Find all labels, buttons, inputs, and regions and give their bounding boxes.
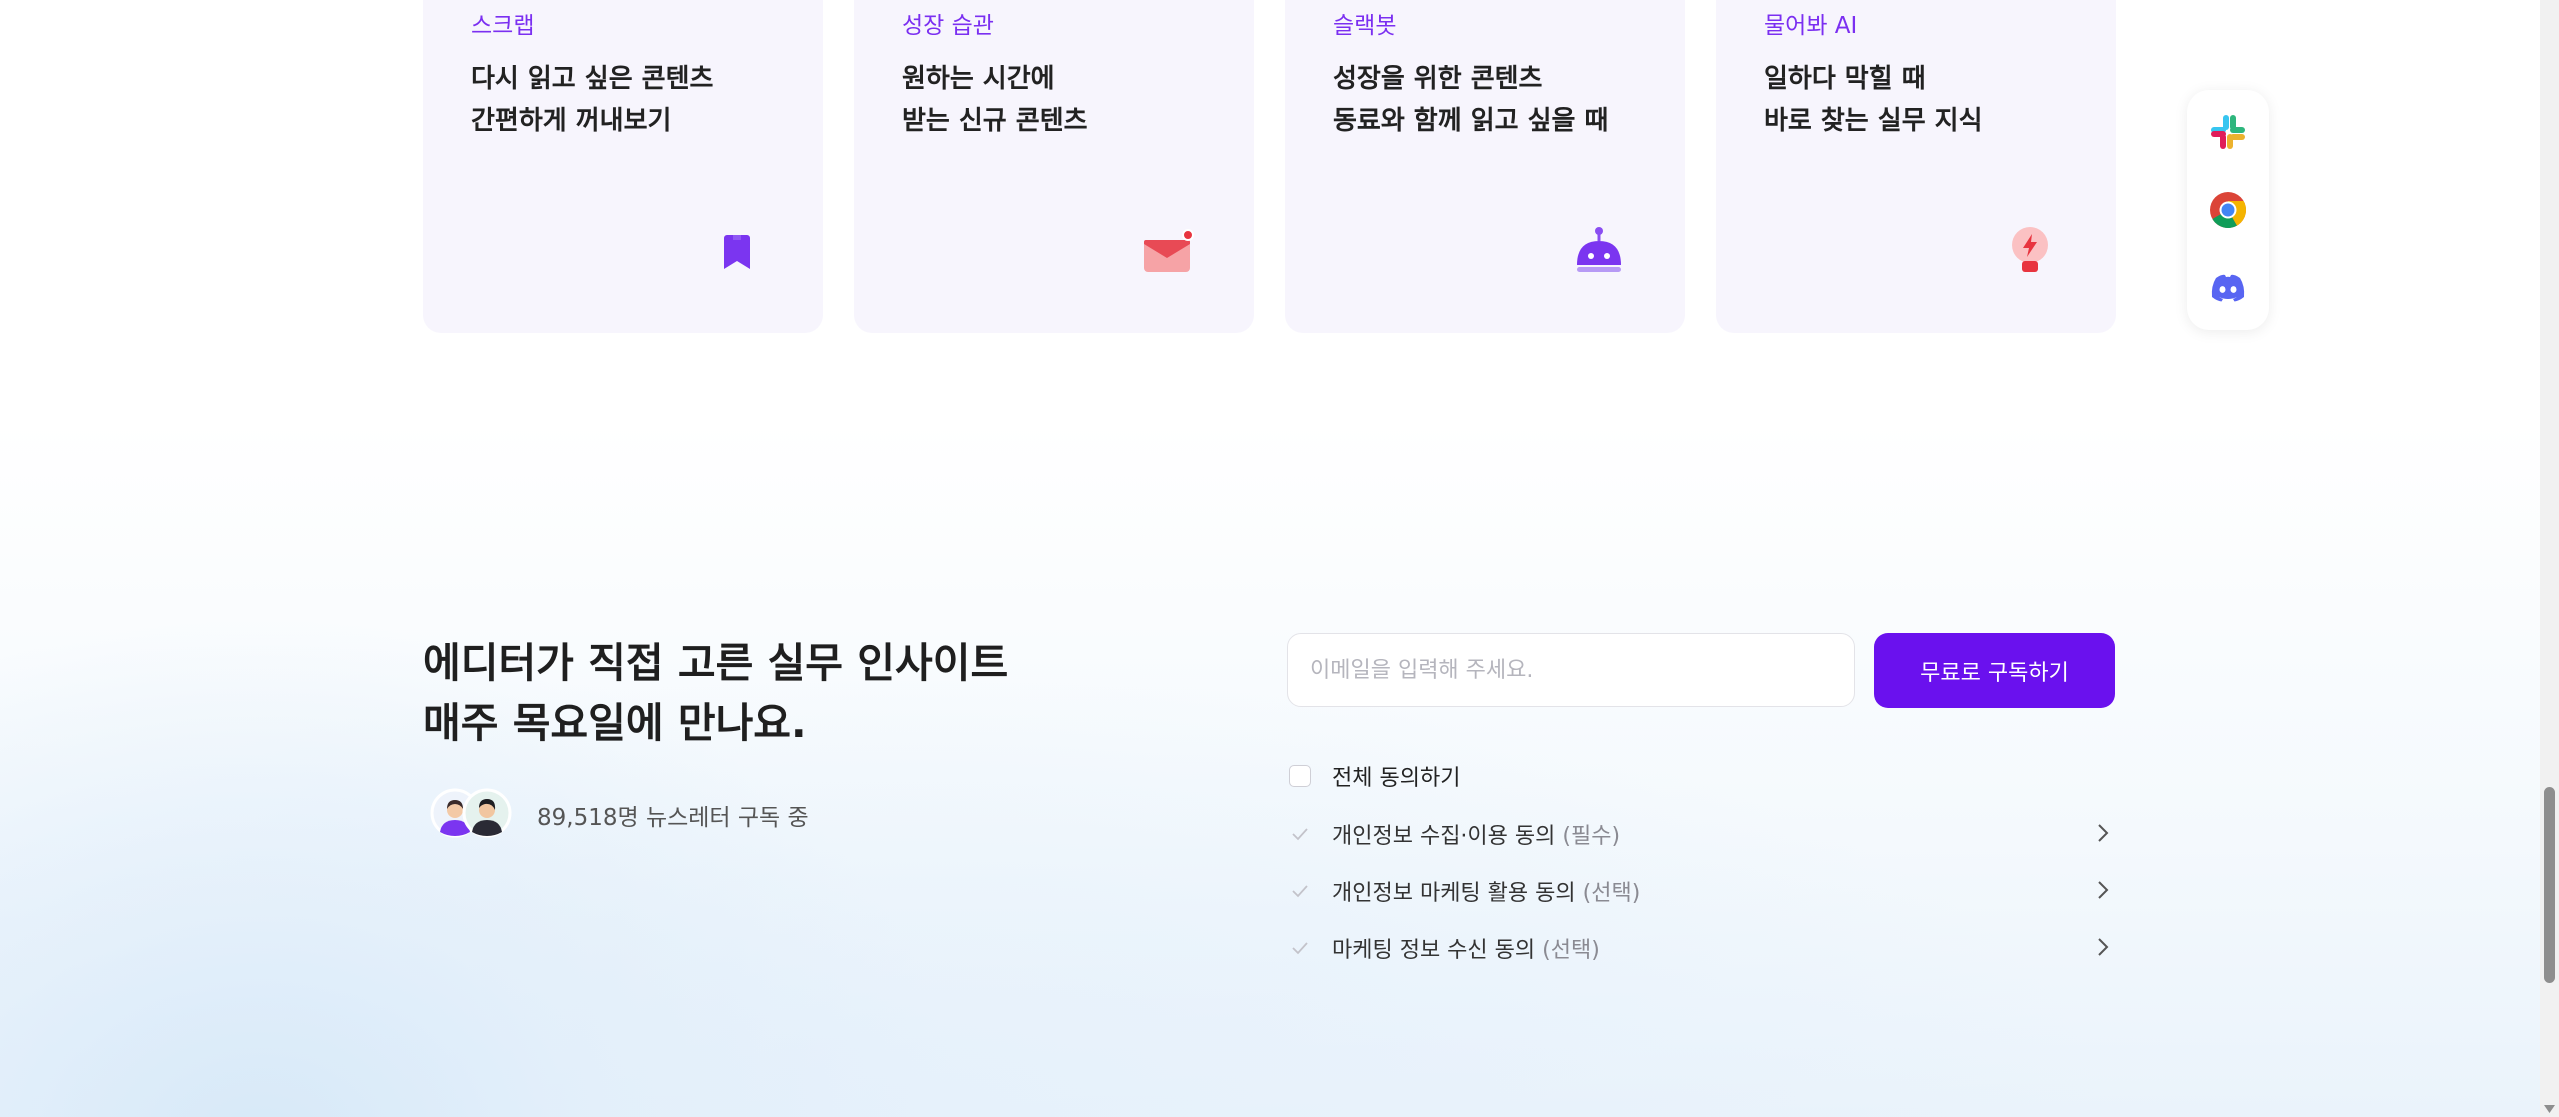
feature-card-slackbot[interactable]: 슬랙봇 성장을 위한 콘텐츠 동료와 함께 읽고 싶을 때 <box>1285 0 1685 333</box>
app-integration-rail <box>2187 90 2269 330</box>
agree-all-checkbox[interactable] <box>1289 765 1311 787</box>
subscribe-button[interactable]: 무료로 구독하기 <box>1874 633 2115 708</box>
subscriber-avatars <box>430 788 512 838</box>
lightbulb-icon <box>2012 227 2048 272</box>
chevron-right-icon[interactable] <box>2091 821 2115 845</box>
feature-card-growth-habit[interactable]: 성장 습관 원하는 시간에 받는 신규 콘텐츠 <box>854 0 1254 333</box>
check-icon[interactable] <box>1289 880 1311 902</box>
consent-marketing-receive[interactable]: 마케팅 정보 수신 동의 (선택) <box>1289 929 2115 965</box>
scroll-down-arrow-icon[interactable] <box>2543 1104 2556 1114</box>
bookmark-icon <box>724 235 750 269</box>
consent-label: 개인정보 수집·이용 동의 (필수) <box>1332 824 1621 849</box>
chrome-icon[interactable] <box>2208 190 2248 230</box>
card-tag: 성장 습관 <box>902 13 994 39</box>
consent-privacy-marketing[interactable]: 개인정보 마케팅 활용 동의 (선택) <box>1289 872 2115 908</box>
card-tag: 스크랩 <box>471 13 535 39</box>
feature-card-scrap[interactable]: 스크랩 다시 읽고 싶은 콘텐츠 간편하게 꺼내보기 <box>423 0 823 333</box>
chevron-right-icon[interactable] <box>2091 935 2115 959</box>
agree-all-row[interactable]: 전체 동의하기 <box>1289 760 1460 792</box>
card-tag: 물어봐 AI <box>1764 13 1858 39</box>
card-title: 일하다 막힐 때 바로 찾는 실무 지식 <box>1764 64 1983 136</box>
page: 스크랩 다시 읽고 싶은 콘텐츠 간편하게 꺼내보기 성장 습관 원하는 시간에… <box>0 0 2559 1117</box>
card-title: 다시 읽고 싶은 콘텐츠 간편하게 꺼내보기 <box>471 64 714 136</box>
card-tag: 슬랙봇 <box>1333 13 1397 39</box>
newsletter-headline: 에디터가 직접 고른 실무 인사이트 매주 목요일에 만나요. <box>423 639 1009 747</box>
feature-cards: 스크랩 다시 읽고 싶은 콘텐츠 간편하게 꺼내보기 성장 습관 원하는 시간에… <box>423 0 2116 333</box>
consent-privacy-collection[interactable]: 개인정보 수집·이용 동의 (필수) <box>1289 815 2115 851</box>
email-input[interactable] <box>1287 633 1855 707</box>
robot-icon <box>1577 227 1621 272</box>
chevron-right-icon[interactable] <box>2091 878 2115 902</box>
agree-all-label: 전체 동의하기 <box>1332 766 1461 791</box>
check-icon[interactable] <box>1289 937 1311 959</box>
subscriber-count: 89,518명 뉴스레터 구독 중 <box>537 805 809 831</box>
card-title: 원하는 시간에 받는 신규 콘텐츠 <box>902 64 1088 136</box>
page-scrollbar[interactable] <box>2540 0 2559 1117</box>
card-title: 성장을 위한 콘텐츠 동료와 함께 읽고 싶을 때 <box>1333 64 1609 136</box>
section-background <box>0 420 2540 1117</box>
discord-icon[interactable] <box>2208 268 2248 308</box>
scrollbar-thumb[interactable] <box>2544 787 2555 983</box>
consent-label: 마케팅 정보 수신 동의 (선택) <box>1332 938 1600 963</box>
feature-card-ask-ai[interactable]: 물어봐 AI 일하다 막힐 때 바로 찾는 실무 지식 <box>1716 0 2116 333</box>
slack-icon[interactable] <box>2208 112 2248 152</box>
check-icon[interactable] <box>1289 823 1311 845</box>
consent-label: 개인정보 마케팅 활용 동의 (선택) <box>1332 881 1641 906</box>
mail-icon <box>1144 229 1194 272</box>
